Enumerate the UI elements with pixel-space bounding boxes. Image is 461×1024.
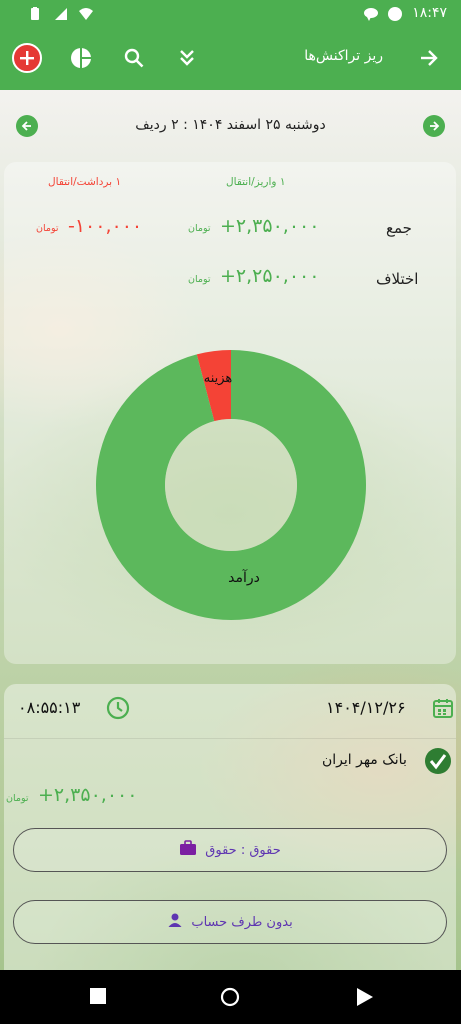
square-icon [90, 988, 106, 1004]
total-expense: -۱۰۰,۰۰۰ [68, 215, 143, 237]
income-unit: تومان [188, 223, 211, 234]
double-chevron-down-icon [180, 50, 194, 66]
triangle-back-icon [357, 988, 373, 1006]
battery-icon [30, 6, 44, 20]
briefcase-icon [179, 840, 197, 860]
total-income: +۲,۳۵۰,۰۰۰ [220, 215, 320, 237]
total-label: جمع [386, 219, 412, 237]
arrow-forward-icon [421, 50, 438, 66]
calendar-icon [432, 697, 454, 723]
difference-label: اختلاف [376, 270, 419, 288]
transaction-card[interactable]: ۰۸:۵۵:۱۳ ۱۴۰۴/۱۲/۲۶ بانک مهر ایران تومان… [4, 684, 456, 984]
divider [4, 738, 456, 739]
home-button[interactable] [220, 987, 240, 1007]
expense-unit: تومان [36, 223, 59, 234]
search-icon [124, 48, 144, 68]
app-bar: ریز تراکنش‌ها [0, 28, 461, 90]
category-button[interactable]: حقوق : حقوق [13, 828, 447, 872]
difference-value: +۲,۲۵۰,۰۰۰ [220, 265, 320, 287]
wifi-icon [78, 6, 93, 20]
bank-name: بانک مهر ایران [322, 752, 407, 768]
date-navigation: دوشنبه ۲۵ اسفند ۱۴۰۴ : ۲ ردیف [0, 110, 461, 142]
clock: ۱۸:۴۷ [412, 5, 447, 21]
category-label: حقوق : حقوق [205, 842, 281, 858]
add-icon [20, 51, 34, 65]
deposit-count-label: ۱ واریز/انتقال [226, 176, 286, 188]
expand-button[interactable] [172, 43, 202, 73]
system-navigation-bar [0, 970, 461, 1024]
transaction-time: ۰۸:۵۵:۱۳ [18, 698, 81, 717]
signal-icon [54, 6, 68, 20]
circle-indicator-icon [387, 6, 402, 21]
donut-chart-svg: هزینه درآمد [96, 350, 366, 620]
search-button[interactable] [119, 43, 149, 73]
clock-icon [106, 696, 130, 724]
status-bar: ۱۸:۴۷ [0, 0, 461, 28]
withdraw-count-label: ۱ برداشت/انتقال [48, 176, 122, 188]
account-party-button[interactable]: بدون طرف حساب [13, 900, 447, 944]
recents-button[interactable] [89, 987, 109, 1007]
next-day-button[interactable] [423, 115, 445, 137]
slice-label-income: درآمد [228, 569, 260, 586]
person-icon [167, 912, 183, 932]
add-transaction-button[interactable] [12, 43, 42, 73]
donut-hole [165, 419, 297, 551]
back-nav-button[interactable] [356, 987, 376, 1007]
date-label: دوشنبه ۲۵ اسفند ۱۴۰۴ : ۲ ردیف [135, 117, 326, 133]
transaction-amount: +۲,۳۵۰,۰۰۰ [38, 784, 138, 806]
status-icons-right [363, 6, 402, 21]
account-party-label: بدون طرف حساب [191, 914, 293, 930]
bank-logo-icon [424, 747, 452, 779]
arrow-right-icon [430, 121, 440, 131]
amount-unit: تومان [6, 793, 29, 804]
pie-chart-icon [71, 48, 91, 68]
summary-card: ۱ واریز/انتقال ۱ برداشت/انتقال تومان -۱۰… [4, 162, 456, 664]
status-icons-left [30, 6, 93, 20]
donut-chart: هزینه درآمد [96, 350, 366, 620]
slice-label-expense: هزینه [204, 371, 233, 386]
difference-unit: تومان [188, 274, 211, 285]
message-icon [363, 6, 378, 21]
transaction-date: ۱۴۰۴/۱۲/۲۶ [326, 698, 406, 717]
page-title: ریز تراکنش‌ها [304, 48, 383, 64]
chart-button[interactable] [66, 43, 96, 73]
back-button[interactable] [414, 43, 444, 73]
circle-home-icon [220, 987, 240, 1007]
